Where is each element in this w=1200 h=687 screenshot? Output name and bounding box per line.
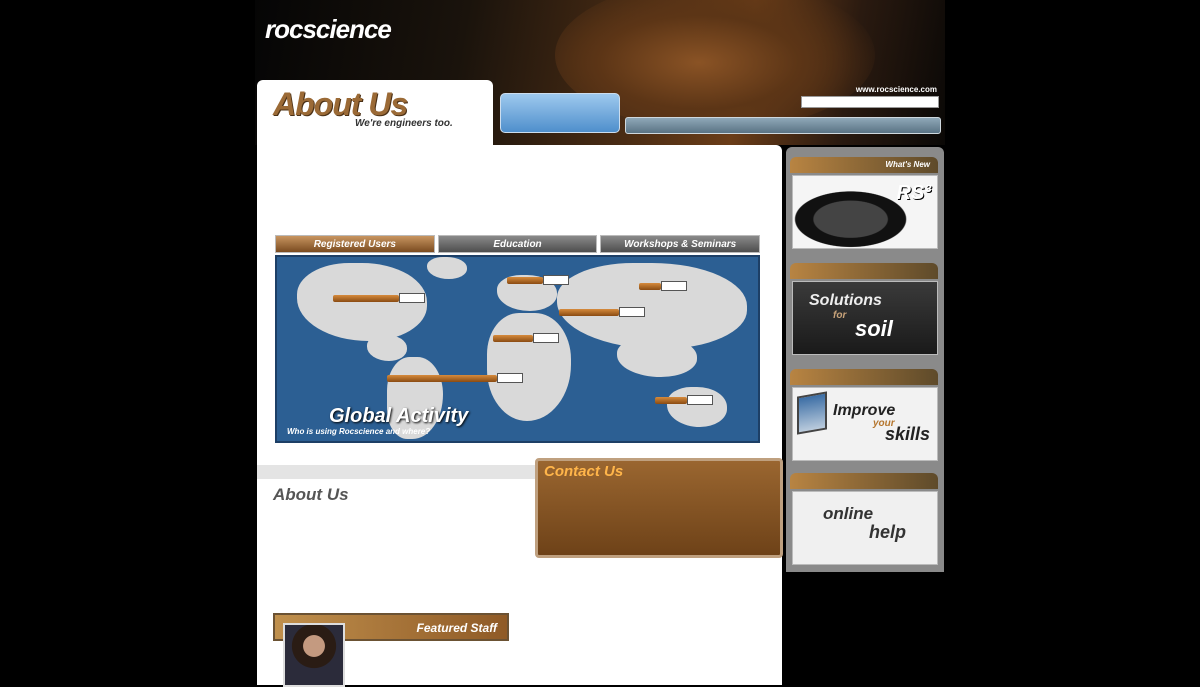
sidebar-heading-label: What's New xyxy=(885,160,930,169)
top-links xyxy=(909,6,937,13)
promo-box[interactable] xyxy=(500,93,620,133)
map-pin[interactable] xyxy=(507,275,569,285)
laptop-icon xyxy=(797,391,827,435)
sidebar: What's New RS³ Solutions for soil Improv… xyxy=(786,147,944,572)
map-pin[interactable] xyxy=(493,333,559,343)
tab-workshops[interactable]: Workshops & Seminars xyxy=(600,235,761,253)
staff-photo xyxy=(283,623,345,687)
south-asia xyxy=(617,337,697,377)
map-pin[interactable] xyxy=(387,373,523,383)
central-america xyxy=(367,335,407,361)
sidebar-heading-whats-new: What's New xyxy=(790,157,938,173)
map-pin[interactable] xyxy=(639,281,687,291)
page: rocscience www.rocscience.com About Us W… xyxy=(255,0,945,687)
site-url: www.rocscience.com xyxy=(855,85,937,94)
banner-text: soil xyxy=(855,316,893,341)
sidebar-banner-rs3[interactable]: RS³ xyxy=(792,175,938,249)
banner-text: RS³ xyxy=(896,182,931,204)
tab-registered-users[interactable]: Registered Users xyxy=(275,235,435,253)
world-map: Global Activity Who is using Rocscience … xyxy=(275,255,760,443)
sidebar-banner-skills[interactable]: Improve your skills xyxy=(792,387,938,461)
pin-value xyxy=(399,293,425,303)
contact-box: Contact Us xyxy=(535,458,783,558)
banner-text: Solutions xyxy=(809,292,882,309)
page-subtitle: We're engineers too. xyxy=(355,118,453,129)
tab-education[interactable]: Education xyxy=(437,235,598,253)
pin-value xyxy=(619,307,645,317)
search-input[interactable] xyxy=(801,96,939,108)
banner-text: online xyxy=(823,504,874,523)
banner-text: help xyxy=(869,522,907,542)
greenland xyxy=(427,257,467,279)
pin-value xyxy=(661,281,687,291)
africa xyxy=(487,313,571,421)
featured-staff: Featured Staff xyxy=(273,613,509,687)
pin-value xyxy=(497,373,523,383)
banner-text: skills xyxy=(885,424,931,444)
pin-value xyxy=(687,395,713,405)
main-nav xyxy=(625,117,941,134)
australia xyxy=(667,387,727,427)
activity-tabs: Registered Users Education Workshops & S… xyxy=(275,235,761,253)
sidebar-heading-workshops xyxy=(790,369,938,385)
sidebar-banner-soil[interactable]: Solutions for soil xyxy=(792,281,938,355)
map-title: Global Activity xyxy=(329,405,469,427)
contact-heading: Contact Us xyxy=(544,463,624,480)
logo[interactable]: rocscience xyxy=(265,14,392,45)
about-heading: About Us xyxy=(273,485,349,504)
map-pin[interactable] xyxy=(655,395,713,405)
featured-staff-heading: Featured Staff xyxy=(416,621,497,635)
banner-text: for xyxy=(833,310,847,321)
sidebar-banner-help[interactable]: online help xyxy=(792,491,938,565)
map-pin[interactable] xyxy=(333,293,425,303)
map-pin[interactable] xyxy=(559,307,645,317)
sidebar-heading-products xyxy=(790,263,938,279)
main-content: Registered Users Education Workshops & S… xyxy=(257,145,783,687)
sidebar-heading-support xyxy=(790,473,938,489)
map-subtitle: Who is using Rocscience and where? xyxy=(287,427,431,436)
page-title-tab: About Us We're engineers too. xyxy=(257,80,493,150)
pin-value xyxy=(543,275,569,285)
pin-value xyxy=(533,333,559,343)
